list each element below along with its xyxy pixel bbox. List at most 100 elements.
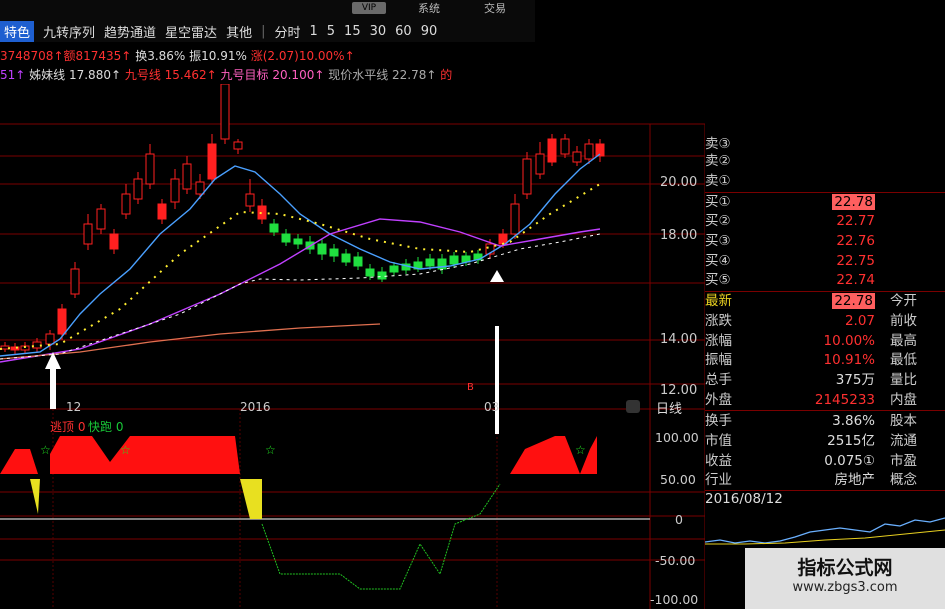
candle-body <box>281 233 291 243</box>
buy5-label: 买⑤ <box>705 272 731 288</box>
period-30[interactable]: 30 <box>370 24 387 39</box>
buy1-label: 买① <box>705 194 731 210</box>
stat-change-value: 2.07 <box>844 313 875 329</box>
stat-pct-value: 10.00% <box>823 333 875 349</box>
red-block <box>0 449 38 474</box>
sell1-label: 卖① <box>705 173 731 189</box>
tab-star-radar[interactable]: 星空雷达 <box>165 22 217 41</box>
vip-badge[interactable]: VIP <box>352 2 386 14</box>
top-toolbar: VIP 系统 交易 特色 九转序列 趋势通道 星空雷达 其他 | 分时 1 5 … <box>0 0 535 42</box>
period-1[interactable]: 1 <box>309 24 317 39</box>
candle-body <box>341 253 351 263</box>
price-tick-18: 18.00 <box>660 228 698 243</box>
info-prefix: 51↑ <box>0 68 26 82</box>
stat-pe-label: 市盈 <box>890 453 917 469</box>
stat-outer-value: 2145233 <box>814 392 875 408</box>
stat-eps-value: 0.075① <box>824 453 875 469</box>
period-label[interactable]: 日线 <box>656 398 682 417</box>
info-amount: 额817435↑ <box>63 49 132 63</box>
info-line-indicators: 51↑ 姊妹线 17.880↑ 九号线 15.462↑ 九号目标 20.100↑… <box>0 66 452 83</box>
tab-trend-channel[interactable]: 趋势通道 <box>104 22 156 41</box>
period-15[interactable]: 15 <box>344 24 361 39</box>
scroll-handle[interactable] <box>626 400 640 413</box>
candle-body <box>170 178 180 203</box>
tab-nine-turn[interactable]: 九转序列 <box>43 22 95 41</box>
candle-body <box>121 193 131 215</box>
info-line-volume: 3748708↑额817435↑ 换3.86% 振10.91% 涨(2.07)1… <box>0 47 355 64</box>
ind-tick-0: 0 <box>675 512 683 527</box>
stat-change-label: 涨跌 <box>705 313 732 329</box>
price-tick-12: 12.00 <box>660 383 698 398</box>
date-tick-12: 12 <box>66 400 82 414</box>
candle-body <box>510 203 520 235</box>
candle-body <box>547 138 557 163</box>
candle-body <box>584 143 594 160</box>
up-triangle-icon <box>490 270 504 282</box>
candle-body <box>245 193 255 207</box>
star-icon: ☆ <box>120 443 131 457</box>
stat-eps-label: 收益 <box>705 453 732 469</box>
info-sister-line: 姊妹线 17.880↑ <box>29 68 122 82</box>
trade-menu[interactable]: 交易 <box>484 0 506 16</box>
candle-body <box>560 138 570 155</box>
menu-separator: | <box>261 23 266 39</box>
stat-amp-value: 10.91% <box>823 352 875 368</box>
indicator-escape-label: 逃顶 0 <box>50 420 86 434</box>
tab-timeshare[interactable]: 分时 <box>274 22 300 41</box>
indicator-panel: ☆ ☆ ☆ ☆ <box>0 436 650 590</box>
tab-special[interactable]: 特色 <box>0 20 35 42</box>
indicator-run-label: 快跑 0 <box>88 420 124 434</box>
stat-outer-label: 外盘 <box>705 392 732 408</box>
yellow-block <box>30 479 40 514</box>
info-change: 涨(2.07)10.00%↑ <box>250 49 355 63</box>
stat-industry-label: 行业 <box>705 472 732 488</box>
red-block <box>510 436 580 474</box>
buy4-price: 22.75 <box>836 253 875 269</box>
candle-body <box>195 181 205 195</box>
stat-volume-label: 总手 <box>705 372 732 388</box>
star-icon: ☆ <box>575 443 586 457</box>
info-nine-target: 九号目标 20.100↑ <box>220 68 325 82</box>
red-block <box>50 436 240 474</box>
tab-other[interactable]: 其他 <box>226 22 252 41</box>
stat-volratio-label: 量比 <box>890 372 917 388</box>
period-90[interactable]: 90 <box>421 24 438 39</box>
system-menu[interactable]: 系统 <box>418 0 440 16</box>
candle-body <box>365 268 375 277</box>
candle-body <box>83 223 93 245</box>
candle-body <box>257 205 267 220</box>
candle-body <box>32 341 42 349</box>
stat-concept-label[interactable]: 概念 <box>890 470 917 490</box>
candle-body <box>133 178 143 200</box>
ind-tick-100: 100.00 <box>655 430 699 445</box>
stat-latest-value: 22.78 <box>832 293 875 309</box>
watermark-logo: 指标公式网 www.zbgs3.com <box>745 548 945 609</box>
star-icon: ☆ <box>265 443 276 457</box>
arrow-shaft <box>50 369 56 409</box>
stat-prevclose-label: 前收 <box>890 313 917 329</box>
candle-body <box>522 158 532 195</box>
candle-body <box>182 163 192 190</box>
period-5[interactable]: 5 <box>327 24 335 39</box>
candle-body <box>425 258 435 267</box>
buy1-price: 22.78 <box>832 194 875 210</box>
info-volume: 3748708↑ <box>0 49 64 63</box>
candle-body <box>293 238 303 245</box>
info-suffix: 的 <box>440 68 453 82</box>
buy3-price: 22.76 <box>836 233 875 249</box>
price-tick-20: 20.00 <box>660 175 698 190</box>
stat-turnover-label: 换手 <box>705 413 732 429</box>
buy-marker-b: B <box>467 382 474 393</box>
candle-body <box>535 153 545 175</box>
watermark-title: 指标公式网 <box>797 557 893 579</box>
buy5-price: 22.74 <box>836 272 875 288</box>
star-icon: ☆ <box>40 443 51 457</box>
price-tick-14: 14.00 <box>660 332 698 347</box>
period-60[interactable]: 60 <box>395 24 412 39</box>
candle-body <box>317 243 327 255</box>
candle-body <box>157 203 167 220</box>
info-price-level: 现价水平线 22.78↑ <box>328 68 437 82</box>
candle-body <box>329 248 339 257</box>
stat-turnover-value: 3.86% <box>832 413 875 429</box>
ind-tick-50: 50.00 <box>660 472 696 487</box>
